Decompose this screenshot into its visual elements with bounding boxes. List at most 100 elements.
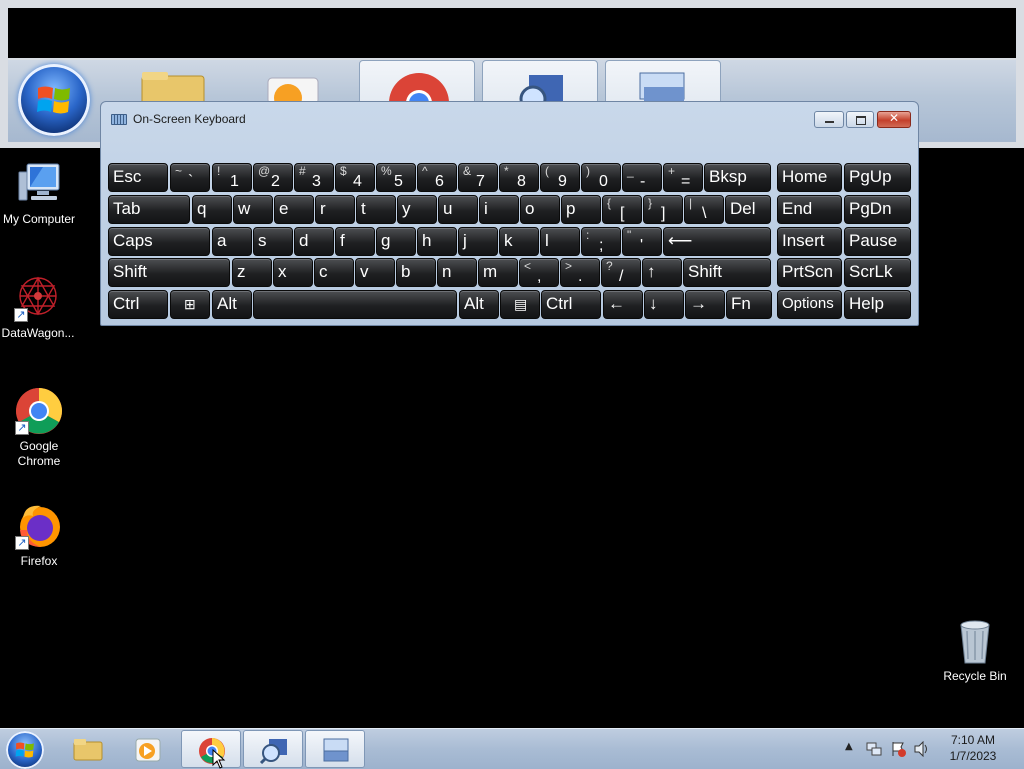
show-hidden-icons-icon[interactable]: ▲ [845,741,853,752]
key-g[interactable]: g [376,227,416,256]
key-e[interactable]: e [274,195,314,224]
key-right[interactable]: → [685,290,725,319]
key-backslash[interactable]: | \ [684,195,724,224]
taskbar-magnifier-button[interactable] [243,730,303,768]
taskbar-explorer-button[interactable] [58,730,118,768]
key-o[interactable]: o [520,195,560,224]
key-p[interactable]: p [561,195,601,224]
key-scrlk[interactable]: ScrLk [844,258,911,287]
minimize-button[interactable] [814,111,844,128]
key-n[interactable]: n [437,258,477,287]
key-4[interactable]: $4 [335,163,375,192]
key-menu[interactable]: ▤ [500,290,540,319]
key-home[interactable]: Home [777,163,842,192]
key-7[interactable]: & 7 [458,163,498,192]
key-left[interactable]: ← [603,290,643,319]
desktop-icon-label: DataWagon... [1,326,75,340]
key-6[interactable]: ^ 6 [417,163,457,192]
key-8[interactable]: * 8 [499,163,539,192]
key-caps[interactable]: Caps [108,227,210,256]
key-lshift[interactable]: Shift [108,258,230,287]
key-down[interactable]: ↓ [644,290,684,319]
key-lctrl[interactable]: Ctrl [108,290,168,319]
key-d[interactable]: d [294,227,334,256]
key-space[interactable] [253,290,457,319]
key-end[interactable]: End [777,195,842,224]
start-orb-icon[interactable] [6,731,44,769]
desktop-icon-firefox[interactable]: ↗ Firefox [1,502,77,569]
key-rshift[interactable]: Shift [683,258,771,287]
key-l[interactable]: l [540,227,580,256]
key-k[interactable]: k [499,227,539,256]
key-y[interactable]: y [397,195,437,224]
key-period[interactable]: >. [560,258,600,287]
key-pgup[interactable]: PgUp [844,163,911,192]
maximize-button[interactable] [846,111,874,128]
key-rbracket[interactable]: }] [643,195,683,224]
key-2[interactable]: @2 [253,163,293,192]
key-backtick[interactable]: ~ ` [170,163,210,192]
key-u[interactable]: u [438,195,478,224]
close-button[interactable] [877,111,911,128]
key-help[interactable]: Help [844,290,911,319]
key-fn[interactable]: Fn [726,290,772,319]
taskbar-osk-button[interactable] [305,730,365,768]
taskbar-chrome-button[interactable] [181,730,241,769]
key-rctrl[interactable]: Ctrl [541,290,601,319]
key-j[interactable]: j [458,227,498,256]
key-a[interactable]: a [212,227,252,256]
network-icon[interactable] [866,741,882,757]
key-h[interactable]: h [417,227,457,256]
volume-icon[interactable] [913,741,931,757]
desktop-icon-my-computer[interactable]: My Computer [1,160,77,227]
key-insert[interactable]: Insert [777,227,842,256]
key-x[interactable]: x [273,258,313,287]
key-comma[interactable]: <, [519,258,559,287]
key-lalt[interactable]: Alt [212,290,252,319]
taskbar-clock[interactable]: 7:10 AM 1/7/2023 [940,732,1006,764]
key-r[interactable]: r [315,195,355,224]
key-del[interactable]: Del [725,195,771,224]
key-0[interactable]: ) 0 [581,163,621,192]
key-b[interactable]: b [396,258,436,287]
action-center-flag-icon[interactable] [890,741,906,757]
key-prtscn[interactable]: PrtScn [777,258,842,287]
key-options[interactable]: Options [777,290,842,319]
key-semicolon[interactable]: :; [581,227,621,256]
key-q[interactable]: q [192,195,232,224]
key-equals[interactable]: + = [663,163,703,192]
key-1[interactable]: ! 1 [212,163,252,192]
key-3[interactable]: #3 [294,163,334,192]
key-pause[interactable]: Pause [844,227,911,256]
key-f[interactable]: f [335,227,375,256]
key-lbracket[interactable]: {[ [602,195,642,224]
key-win[interactable]: ⊞ [170,290,210,319]
key-quote[interactable]: " ' [622,227,662,256]
key-bksp[interactable]: Bksp [704,163,771,192]
key-up[interactable]: ↑ [642,258,682,287]
key-9[interactable]: (9 [540,163,580,192]
key-enter[interactable]: ⟵ [663,227,771,256]
desktop-icon-datawagon[interactable]: ↗ DataWagon... [0,274,76,341]
clock-time: 7:10 AM [950,733,996,747]
key-i[interactable]: i [479,195,519,224]
key-s[interactable]: s [253,227,293,256]
key-v[interactable]: v [355,258,395,287]
desktop-icon-google-chrome[interactable]: ↗ Google Chrome [1,387,77,469]
key-w[interactable]: w [233,195,273,224]
key-t[interactable]: t [356,195,396,224]
key-esc[interactable]: Esc [108,163,168,192]
key-shift-label: " [627,228,632,242]
key-ralt[interactable]: Alt [459,290,499,319]
key-z[interactable]: z [232,258,272,287]
desktop-icon-recycle-bin[interactable]: Recycle Bin [937,617,1013,684]
key-5[interactable]: % 5 [376,163,416,192]
key-m[interactable]: m [478,258,518,287]
key-c[interactable]: c [314,258,354,287]
key-minus[interactable]: _ - [622,163,662,192]
key-tab[interactable]: Tab [108,195,190,224]
key-slash[interactable]: ? / [601,258,641,287]
key-pgdn[interactable]: PgDn [844,195,911,224]
on-screen-keyboard-window[interactable]: On-Screen Keyboard Esc~`!1@2#3$4%5^6&7*8… [100,101,919,326]
taskbar-media-player-button[interactable] [118,730,178,768]
